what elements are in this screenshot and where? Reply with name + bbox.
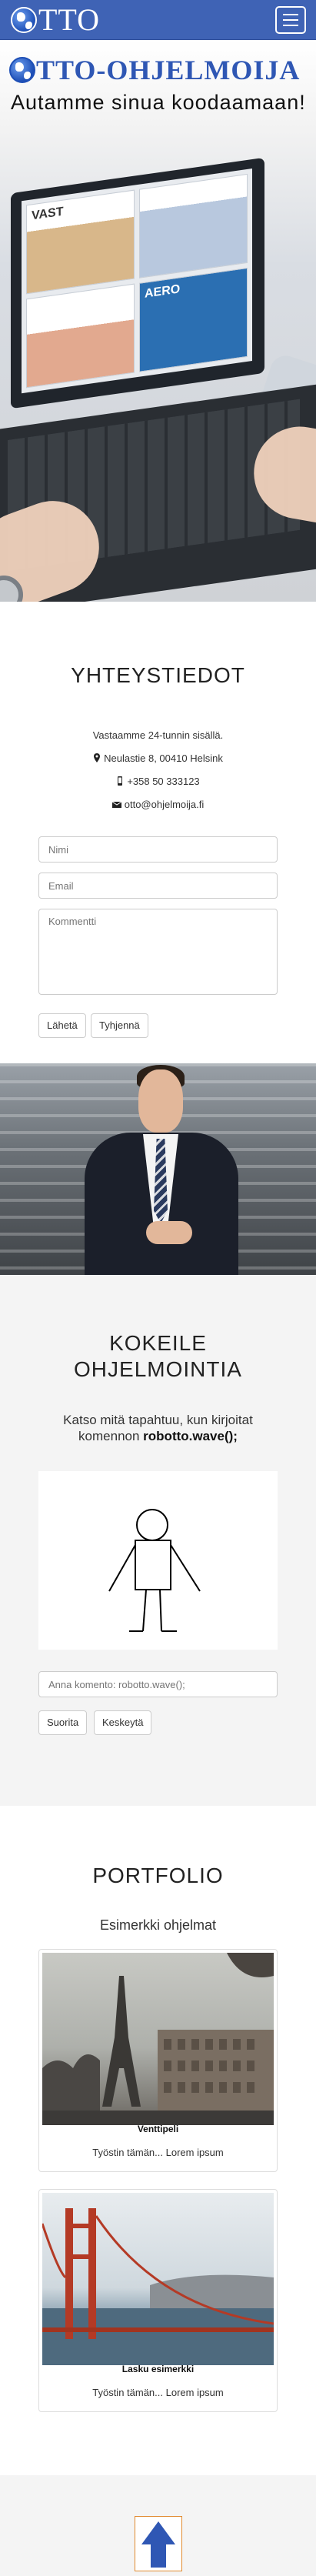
brand-text: TTO bbox=[38, 2, 101, 37]
contact-phone: +358 50 333123 bbox=[127, 776, 200, 787]
stick-figure-robot-icon bbox=[108, 1509, 201, 1632]
golden-gate-bridge-photo bbox=[42, 2193, 274, 2365]
send-button[interactable]: Lähetä bbox=[38, 1013, 86, 1038]
portfolio-card-text: Työstin tämän... Lorem ipsum bbox=[92, 2387, 224, 2398]
portfolio-card-caption: Venttipeli bbox=[137, 2124, 179, 2134]
try-heading: KOKEILE OHJELMOINTIA bbox=[74, 1331, 242, 1381]
contact-email-line: otto@ohjelmoija.fi bbox=[0, 799, 316, 810]
stop-button[interactable]: Keskeytä bbox=[94, 1710, 152, 1735]
try-description: Katso mitä tapahtuu, kun kirjoitat komen… bbox=[63, 1413, 253, 1443]
portfolio-card[interactable]: Lasku esimerkki Työstin tämän... Lorem i… bbox=[38, 2189, 278, 2412]
globe-icon bbox=[9, 57, 35, 83]
envelope-icon bbox=[111, 801, 121, 808]
hero-title: TTO-OHJELMOIJA bbox=[9, 54, 300, 86]
hamburger-icon bbox=[283, 14, 298, 15]
contact-email: otto@ohjelmoija.fi bbox=[124, 799, 205, 810]
portfolio-card-text: Työstin tämän... Lorem ipsum bbox=[92, 2147, 224, 2158]
name-field[interactable] bbox=[38, 836, 278, 863]
map-marker-icon bbox=[94, 753, 101, 762]
portfolio-card[interactable]: Venttipeli Työstin tämän... Lorem ipsum bbox=[38, 1949, 278, 2172]
contact-address: Neulastie 8, 00410 Helsink bbox=[104, 752, 223, 764]
run-button[interactable]: Suorita bbox=[38, 1710, 88, 1735]
laptop-image: VAST AERO bbox=[0, 157, 316, 602]
scroll-to-top-button[interactable] bbox=[135, 2516, 182, 2571]
hero-banner: VAST AERO TTO-OHJELMOIJA Autamme sinua k… bbox=[0, 40, 316, 602]
try-programming-section: KOKEILE OHJELMOINTIA Katso mitä tapahtuu… bbox=[0, 1275, 316, 1806]
eiffel-tower-photo bbox=[42, 1953, 274, 2125]
portfolio-section: PORTFOLIO Esimerkki ohjelmat Venttipeli … bbox=[0, 1806, 316, 2475]
contact-heading: YHTEYSTIEDOT bbox=[71, 663, 245, 687]
phone-icon bbox=[118, 776, 123, 786]
command-input[interactable] bbox=[38, 1671, 278, 1697]
contact-address-line: Neulastie 8, 00410 Helsink bbox=[0, 752, 316, 764]
hero-subtitle: Autamme sinua koodaamaan! bbox=[11, 91, 306, 114]
robot-canvas bbox=[38, 1471, 278, 1650]
globe-icon bbox=[11, 7, 37, 33]
footer bbox=[0, 2475, 316, 2576]
arrow-up-icon bbox=[141, 2521, 175, 2568]
comment-field[interactable] bbox=[38, 909, 278, 995]
businessman-image bbox=[0, 1063, 316, 1275]
portfolio-heading: PORTFOLIO bbox=[92, 1864, 224, 1887]
navbar: TTO bbox=[0, 0, 316, 40]
brand-logo[interactable]: TTO bbox=[11, 3, 100, 37]
email-field[interactable] bbox=[38, 873, 278, 899]
contact-section: YHTEYSTIEDOT Vastaamme 24-tunnin sisällä… bbox=[0, 602, 316, 1063]
menu-toggle-button[interactable] bbox=[275, 6, 306, 34]
portfolio-subheading: Esimerkki ohjelmat bbox=[99, 1917, 217, 1933]
command-example: robotto.wave(); bbox=[143, 1429, 238, 1443]
contact-hours: Vastaamme 24-tunnin sisällä. bbox=[92, 729, 224, 741]
portfolio-card-caption: Lasku esimerkki bbox=[121, 2364, 195, 2374]
clear-button[interactable]: Tyhjennä bbox=[91, 1013, 148, 1038]
laptop-screen: VAST AERO bbox=[11, 157, 264, 409]
contact-phone-line: +358 50 333123 bbox=[0, 776, 316, 787]
